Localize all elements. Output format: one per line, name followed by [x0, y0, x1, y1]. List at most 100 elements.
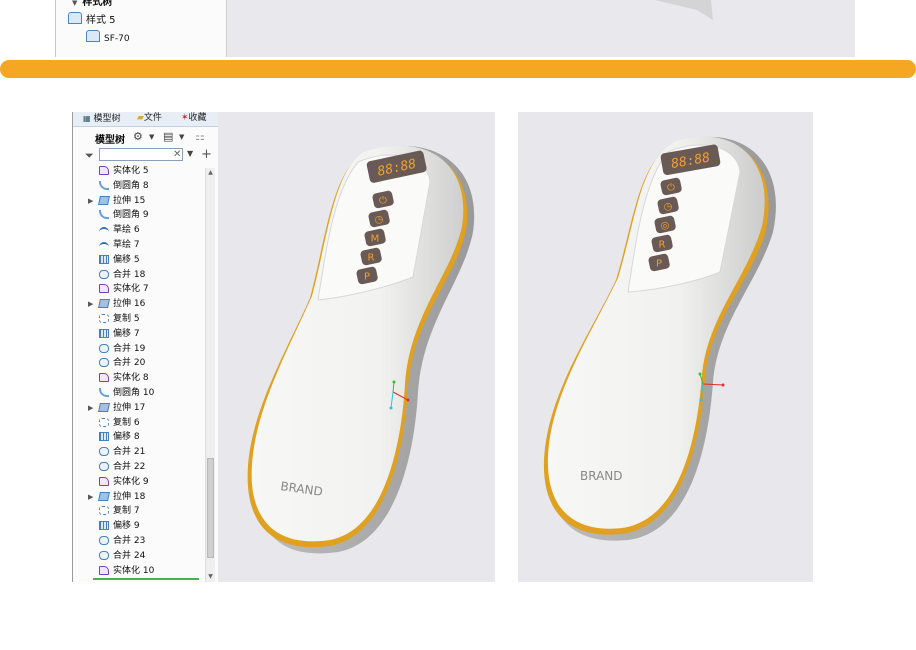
tree-item-label: 拉伸 17	[113, 402, 146, 413]
tree-item-label: 合并 19	[113, 343, 146, 354]
tree-item[interactable]: 偏移 9	[73, 519, 205, 533]
add-icon[interactable]: +	[201, 147, 212, 162]
round-icon	[99, 180, 109, 190]
tree-item-label: 合并 20	[113, 358, 146, 369]
tree-item[interactable]: 实体化 7	[73, 282, 205, 296]
tree-item[interactable]: ▶ 拉伸 18	[73, 490, 205, 504]
tree-item-label: 合并 18	[113, 269, 146, 280]
style-tree-subitem-label: SF-70	[104, 34, 130, 44]
merge-icon	[99, 550, 109, 560]
merge-icon	[99, 269, 109, 279]
show-dropdown-icon[interactable]: ▼	[179, 133, 184, 141]
scroll-thumb[interactable]	[207, 458, 214, 558]
tree-item[interactable]: 合并 19	[73, 342, 205, 356]
filter-row: ⏷ ✕ ▼ +	[73, 147, 219, 164]
tree-item-label: 实体化 10	[113, 565, 155, 576]
top-viewport[interactable]	[227, 0, 855, 57]
expand-arrow-icon[interactable]: ▼	[72, 0, 77, 7]
device-button-glyph: ◷	[375, 215, 384, 226]
clear-icon[interactable]: ✕	[173, 149, 181, 160]
solidify-icon	[99, 284, 109, 294]
tree-item[interactable]: 合并 18	[73, 268, 205, 282]
scroll-down-icon[interactable]: ▼	[206, 572, 215, 582]
tree-item[interactable]: 实体化 5	[73, 164, 205, 178]
tree-item[interactable]: 合并 20	[73, 356, 205, 370]
extrude-icon	[98, 299, 110, 309]
tree-layout-icon[interactable]: ⚏	[195, 130, 205, 143]
tab-files[interactable]: ▰文件	[137, 112, 162, 125]
tree-item[interactable]: 草绘 7	[73, 238, 205, 252]
tree-toolbar: 模型树 ⚙ ▼ ▤ ▼ ⚏	[73, 127, 219, 147]
tab-files-label: 文件	[143, 113, 162, 123]
show-icon[interactable]: ▤	[163, 130, 173, 143]
tree-item[interactable]: 偏移 8	[73, 430, 205, 444]
tree-item[interactable]: ▶ 拉伸 16	[73, 297, 205, 311]
style-tree-subitem[interactable]: SF-70	[86, 30, 130, 44]
tree-item[interactable]: 合并 24	[73, 549, 205, 563]
tab-favorites[interactable]: ✶收藏	[181, 112, 207, 125]
device-button-glyph: ◎	[661, 221, 670, 232]
tree-item[interactable]: 合并 23	[73, 534, 205, 548]
tree-scrollbar[interactable]: ▲ ▼	[205, 168, 215, 582]
tree-item[interactable]: 草绘 6	[73, 223, 205, 237]
expand-arrow-icon[interactable]: ▶	[88, 490, 93, 504]
tree-item-label: 偏移 5	[113, 254, 140, 265]
tree-item[interactable]: ▶ 拉伸 17	[73, 401, 205, 415]
sketch-icon	[99, 242, 109, 249]
tree-item-label: 合并 24	[113, 550, 146, 561]
offset-icon	[99, 521, 109, 531]
tree-item-label: 偏移 7	[113, 328, 140, 339]
device-button-glyph: P	[364, 272, 370, 283]
tree-item-label: 倒圆角 8	[113, 180, 149, 191]
tree-item[interactable]: 实体化 10	[73, 564, 205, 578]
device-button-glyph: R	[659, 240, 666, 251]
tree-item-label: 草绘 7	[113, 240, 140, 250]
tree-search-input[interactable]	[99, 148, 183, 161]
style-tree-root[interactable]: ▼ 样式树	[72, 0, 112, 10]
tree-item[interactable]: ▶ 拉伸 15	[73, 194, 205, 208]
tree-item-label: 拉伸 18	[113, 491, 146, 502]
tree-title: 模型树	[95, 135, 125, 146]
tree-item-label: 偏移 9	[113, 521, 140, 532]
expand-arrow-icon[interactable]: ▶	[88, 401, 93, 415]
expand-arrow-icon[interactable]: ▶	[88, 297, 93, 311]
round-icon	[99, 388, 109, 397]
tree-item[interactable]: 偏移 5	[73, 253, 205, 267]
extrude-icon	[98, 195, 110, 205]
tree-item[interactable]: 实体化 9	[73, 475, 205, 489]
tree-item[interactable]: 倒圆角 10	[73, 386, 205, 400]
filter-dropdown-icon[interactable]: ▼	[187, 149, 193, 158]
style-tree-item[interactable]: 样式 5	[68, 12, 116, 26]
tree-item[interactable]: 复制 5	[73, 312, 205, 326]
tree-item[interactable]: 合并 21	[73, 445, 205, 459]
tree-item-label: 复制 7	[113, 506, 140, 517]
tab-model-tree[interactable]: ▦ 模型树	[83, 112, 120, 125]
top-viewport-shape	[655, 0, 713, 20]
extrude-icon	[98, 402, 110, 412]
expand-arrow-icon[interactable]: ▶	[88, 194, 93, 208]
scroll-up-icon[interactable]: ▲	[206, 168, 215, 178]
tree-item[interactable]: 复制 7	[73, 504, 205, 518]
round-icon	[99, 210, 109, 220]
tree-item[interactable]: 偏移 7	[73, 327, 205, 341]
extrude-icon	[98, 491, 110, 501]
tree-item-label: 合并 22	[113, 462, 146, 472]
tree-item[interactable]: 复制 6	[73, 416, 205, 430]
model-viewport-2[interactable]: 88:88 ⏻ ◷ ◎ R P BRAND	[518, 112, 813, 582]
settings-dropdown-icon[interactable]: ▼	[149, 133, 154, 141]
solidify-icon	[99, 373, 109, 383]
merge-icon	[99, 343, 109, 353]
tree-item[interactable]: 合并 22	[73, 460, 205, 474]
device-render-2: 88:88 ⏻◷◎RP BRAND	[543, 136, 776, 541]
surface-icon	[86, 30, 100, 42]
model-viewport-1[interactable]: 88:88 ⏻ ◷ M R P BRAND	[218, 112, 495, 582]
merge-icon	[99, 536, 109, 545]
tree-item[interactable]: 倒圆角 9	[73, 208, 205, 222]
filter-icon[interactable]: ⏷	[85, 149, 94, 163]
settings-icon[interactable]: ⚙	[133, 130, 143, 143]
tree-bottom-indicator	[93, 578, 199, 580]
style-tree-root-label: 样式树	[82, 0, 113, 8]
tree-tabs: ▦ 模型树 ▰文件 ✶收藏	[73, 112, 219, 127]
tree-item[interactable]: 实体化 8	[73, 371, 205, 385]
tree-item[interactable]: 倒圆角 8	[73, 179, 205, 193]
